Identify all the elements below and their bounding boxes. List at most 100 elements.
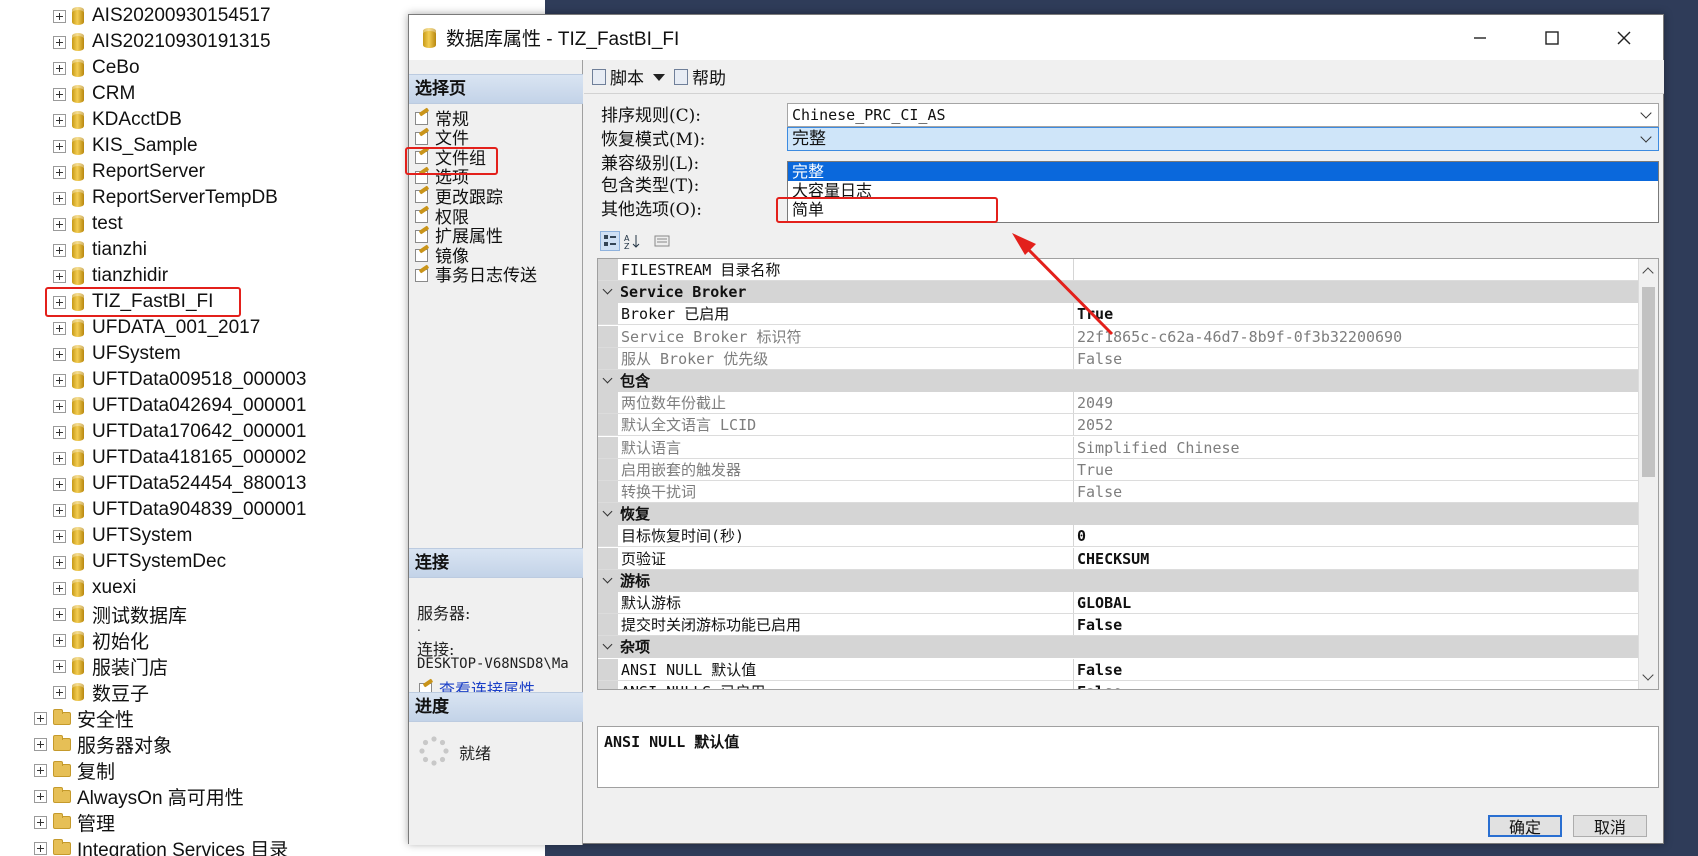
expand-icon[interactable] xyxy=(53,269,66,283)
explorer-database-item[interactable]: 数豆子 xyxy=(53,679,149,705)
expand-icon[interactable] xyxy=(53,685,66,699)
expand-icon[interactable] xyxy=(53,659,66,673)
grid-row[interactable]: 默认全文语言 LCID 2052 xyxy=(598,414,1640,437)
explorer-database-item[interactable]: CeBo xyxy=(53,55,140,81)
grid-category[interactable]: 杂项 xyxy=(598,636,1640,659)
explorer-database-item[interactable]: TIZ_FastBI_FI xyxy=(53,289,213,315)
expand-icon[interactable] xyxy=(53,581,66,595)
grid-row[interactable]: 默认游标 GLOBAL xyxy=(598,592,1640,614)
expand-icon[interactable] xyxy=(53,555,66,569)
explorer-database-item[interactable]: UFSystem xyxy=(53,341,181,367)
expand-icon[interactable] xyxy=(53,373,66,387)
explorer-database-item[interactable]: tianzhi xyxy=(53,237,147,263)
chevron-down-icon[interactable] xyxy=(602,373,613,384)
expand-icon[interactable] xyxy=(53,295,66,309)
expand-icon[interactable] xyxy=(53,191,66,205)
explorer-database-item[interactable]: test xyxy=(53,211,123,237)
collation-combo[interactable]: Chinese_PRC_CI_AS xyxy=(787,103,1659,127)
help-button[interactable]: 帮助 xyxy=(674,64,726,89)
expand-icon[interactable] xyxy=(34,841,47,855)
grid-property-value[interactable]: False xyxy=(1074,681,1640,689)
explorer-database-item[interactable]: 服装门店 xyxy=(53,653,168,679)
explorer-database-item[interactable]: AIS20210930191315 xyxy=(53,29,271,55)
explorer-database-item[interactable]: UFTData904839_000001 xyxy=(53,497,306,523)
grid-row[interactable]: 启用嵌套的触发器 True xyxy=(598,458,1640,481)
grid-row[interactable]: 默认语言 Simplified Chinese xyxy=(598,436,1640,459)
chevron-down-icon[interactable] xyxy=(602,506,613,517)
ok-button[interactable]: 确定 xyxy=(1488,815,1562,837)
expand-icon[interactable] xyxy=(53,61,66,75)
minimize-button[interactable] xyxy=(1445,15,1515,60)
explorer-database-item[interactable]: UFTData170642_000001 xyxy=(53,419,306,445)
expand-icon[interactable] xyxy=(53,451,66,465)
explorer-database-item[interactable]: ReportServer xyxy=(53,159,205,185)
grid-property-value[interactable]: False xyxy=(1074,614,1640,635)
explorer-database-item[interactable]: ReportServerTempDB xyxy=(53,185,278,211)
grid-row[interactable]: ANSI NULL 默认值 False xyxy=(598,658,1640,681)
scroll-thumb[interactable] xyxy=(1642,287,1655,477)
maximize-button[interactable] xyxy=(1517,15,1587,60)
explorer-database-item[interactable]: UFTSystem xyxy=(53,523,192,549)
grid-row[interactable]: 服从 Broker 优先级 False xyxy=(598,347,1640,370)
property-pages-button[interactable] xyxy=(652,231,672,251)
explorer-database-item[interactable]: UFTData418165_000002 xyxy=(53,445,306,471)
expand-icon[interactable] xyxy=(53,87,66,101)
explorer-database-item[interactable]: 初始化 xyxy=(53,627,149,653)
explorer-folder-item[interactable]: AlwaysOn 高可用性 xyxy=(34,783,244,809)
explorer-database-item[interactable]: tianzhidir xyxy=(53,263,168,289)
expand-icon[interactable] xyxy=(53,9,66,23)
expand-icon[interactable] xyxy=(34,815,47,829)
expand-icon[interactable] xyxy=(34,789,47,803)
grid-row[interactable]: 转换干扰词 False xyxy=(598,481,1640,503)
grid-category[interactable]: 游标 xyxy=(598,569,1640,592)
chevron-down-icon[interactable] xyxy=(602,639,613,650)
grid-property-value[interactable]: 0 xyxy=(1074,525,1640,546)
expand-icon[interactable] xyxy=(34,763,47,777)
expand-icon[interactable] xyxy=(53,139,66,153)
explorer-folder-item[interactable]: 复制 xyxy=(34,757,115,783)
recovery-model-combo[interactable]: 完整 xyxy=(787,127,1659,151)
explorer-database-item[interactable]: xuexi xyxy=(53,575,136,601)
expand-icon[interactable] xyxy=(53,165,66,179)
title-bar[interactable]: 数据库属性 - TIZ_FastBI_FI xyxy=(409,15,1663,60)
script-button[interactable]: 脚本 xyxy=(592,64,666,89)
scroll-down-icon[interactable] xyxy=(1642,669,1654,681)
expand-icon[interactable] xyxy=(53,113,66,127)
grid-property-value[interactable]: 2052 xyxy=(1074,414,1640,435)
expand-icon[interactable] xyxy=(53,607,66,621)
expand-icon[interactable] xyxy=(53,503,66,517)
expand-icon[interactable] xyxy=(53,321,66,335)
expand-icon[interactable] xyxy=(53,243,66,257)
expand-icon[interactable] xyxy=(53,477,66,491)
explorer-database-item[interactable]: CRM xyxy=(53,81,135,107)
chevron-down-icon[interactable] xyxy=(602,284,613,295)
grid-property-value[interactable]: False xyxy=(1074,481,1640,502)
grid-row[interactable]: FILESTREAM 目录名称 xyxy=(598,259,1640,281)
grid-property-value[interactable]: Simplified Chinese xyxy=(1074,437,1640,458)
scroll-up-icon[interactable] xyxy=(1642,267,1654,279)
recovery-model-dropdown[interactable]: 完整 大容量日志 简单 xyxy=(787,161,1659,223)
vertical-scrollbar[interactable] xyxy=(1638,259,1658,689)
close-button[interactable] xyxy=(1589,15,1659,60)
grid-property-value[interactable]: False xyxy=(1074,348,1640,369)
expand-icon[interactable] xyxy=(34,737,47,751)
grid-category[interactable]: Service Broker xyxy=(598,281,1640,304)
grid-row[interactable]: ANSI NULLS 已启用False xyxy=(598,680,1640,689)
expand-icon[interactable] xyxy=(34,711,47,725)
explorer-folder-item[interactable]: 安全性 xyxy=(34,705,134,731)
grid-property-value[interactable]: GLOBAL xyxy=(1074,592,1640,613)
expand-icon[interactable] xyxy=(53,633,66,647)
expand-icon[interactable] xyxy=(53,217,66,231)
explorer-folder-item[interactable]: 服务器对象 xyxy=(34,731,172,757)
alphabetical-view-button[interactable]: AZ xyxy=(622,231,642,251)
grid-row[interactable]: 提交时关闭游标功能已启用 False xyxy=(598,614,1640,637)
grid-row[interactable]: 目标恢复时间(秒) 0 xyxy=(598,525,1640,548)
grid-property-value[interactable]: True xyxy=(1074,303,1640,324)
grid-row[interactable]: Service Broker 标识符 22f1865c-c62a-46d7-8b9… xyxy=(598,325,1640,348)
explorer-database-item[interactable]: UFTData524454_880013 xyxy=(53,471,306,497)
cancel-button[interactable]: 取消 xyxy=(1573,815,1647,837)
page-item[interactable]: 事务日志传送 xyxy=(413,264,537,286)
recovery-option[interactable]: 简单 xyxy=(788,200,1658,219)
explorer-database-item[interactable]: UFDATA_001_2017 xyxy=(53,315,260,341)
categorized-view-button[interactable] xyxy=(600,231,620,251)
